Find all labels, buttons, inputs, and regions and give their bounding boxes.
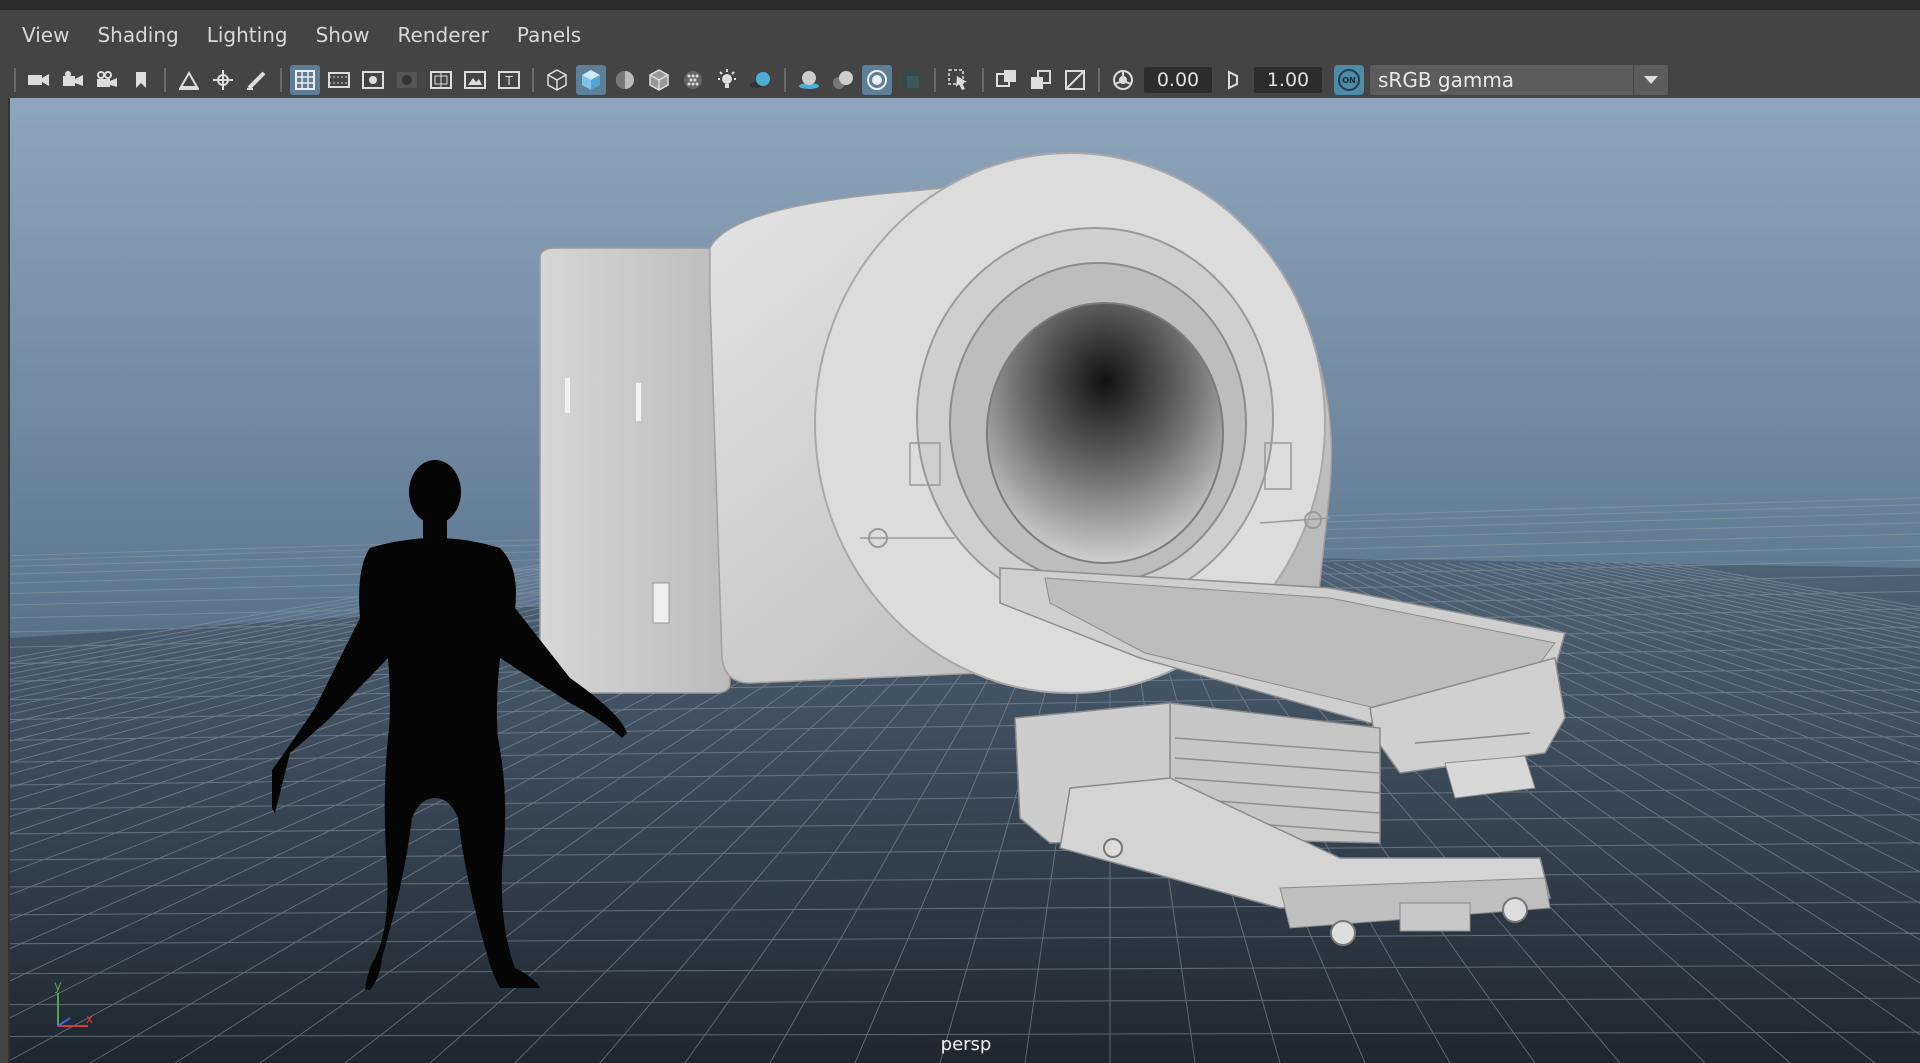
toolbar-separator — [982, 68, 984, 92]
menu-show[interactable]: Show — [302, 20, 384, 50]
default-material-icon[interactable] — [644, 65, 674, 95]
maya-viewport-panel: View Shading Lighting Show Renderer Pane… — [0, 0, 1920, 1063]
3d-viewport[interactable]: y x persp — [8, 98, 1920, 1063]
axis-y-label: y — [54, 979, 62, 994]
safe-action-icon[interactable] — [460, 65, 490, 95]
motion-blur-icon[interactable] — [828, 65, 858, 95]
field-chart-icon[interactable] — [426, 65, 456, 95]
xray-active-components-icon[interactable] — [1026, 65, 1056, 95]
menu-renderer[interactable]: Renderer — [384, 20, 503, 50]
viewport-scene: y x — [10, 98, 1920, 1063]
gate-mask-icon[interactable] — [392, 65, 422, 95]
toolbar-separator — [934, 68, 936, 92]
multisample-aa-icon[interactable] — [862, 65, 892, 95]
panel-toolbar: T 0.00 1.00 ON sRGB gamma — [8, 62, 1920, 98]
color-management-toggle-label: ON — [1338, 69, 1360, 91]
toolbar-separator — [14, 68, 16, 92]
axis-x-label: x — [86, 1012, 93, 1026]
toolbar-separator — [784, 68, 786, 92]
exposure-field[interactable]: 0.00 — [1144, 67, 1212, 93]
toolbar-separator — [164, 68, 166, 92]
image-plane-icon[interactable] — [174, 65, 204, 95]
menu-lighting[interactable]: Lighting — [193, 20, 302, 50]
screen-space-ao-icon[interactable] — [794, 65, 824, 95]
xray-icon[interactable] — [992, 65, 1022, 95]
textured-icon[interactable] — [678, 65, 708, 95]
shadows-icon[interactable] — [746, 65, 776, 95]
menu-view[interactable]: View — [8, 20, 83, 50]
wireframe-icon[interactable] — [542, 65, 572, 95]
gamma-field[interactable]: 1.00 — [1254, 67, 1322, 93]
resolution-gate-icon[interactable] — [358, 65, 388, 95]
exposure-icon[interactable] — [1108, 65, 1138, 95]
2d-pan-zoom-icon[interactable] — [208, 65, 238, 95]
svg-text:T: T — [504, 74, 513, 88]
color-management-toggle[interactable]: ON — [1334, 65, 1364, 95]
select-camera-icon[interactable] — [24, 65, 54, 95]
grease-pencil-icon[interactable] — [242, 65, 272, 95]
bookmark-icon[interactable] — [126, 65, 156, 95]
film-gate-icon[interactable] — [324, 65, 354, 95]
use-all-lights-icon[interactable] — [712, 65, 742, 95]
safe-title-icon[interactable]: T — [494, 65, 524, 95]
menu-shading[interactable]: Shading — [83, 20, 192, 50]
xray-joints-icon[interactable] — [1060, 65, 1090, 95]
grid-icon[interactable] — [290, 65, 320, 95]
smooth-shade-icon[interactable] — [576, 65, 606, 95]
isolate-select-icon[interactable] — [944, 65, 974, 95]
wireframe-on-shaded-icon[interactable] — [610, 65, 640, 95]
view-transform-value: sRGB gamma — [1378, 68, 1515, 92]
toolbar-separator — [280, 68, 282, 92]
depth-of-field-icon[interactable] — [896, 65, 926, 95]
camera-lock-icon[interactable] — [92, 65, 122, 95]
chevron-down-icon[interactable] — [1633, 65, 1668, 95]
panel-menubar: View Shading Lighting Show Renderer Pane… — [8, 20, 1920, 50]
view-transform-dropdown[interactable]: sRGB gamma — [1370, 65, 1668, 95]
toolbar-separator — [1098, 68, 1100, 92]
toolbar-separator — [532, 68, 534, 92]
gamma-icon[interactable] — [1218, 65, 1248, 95]
menu-panels[interactable]: Panels — [503, 20, 595, 50]
camera-name-label: persp — [940, 1034, 992, 1055]
camera-attributes-icon[interactable] — [58, 65, 88, 95]
